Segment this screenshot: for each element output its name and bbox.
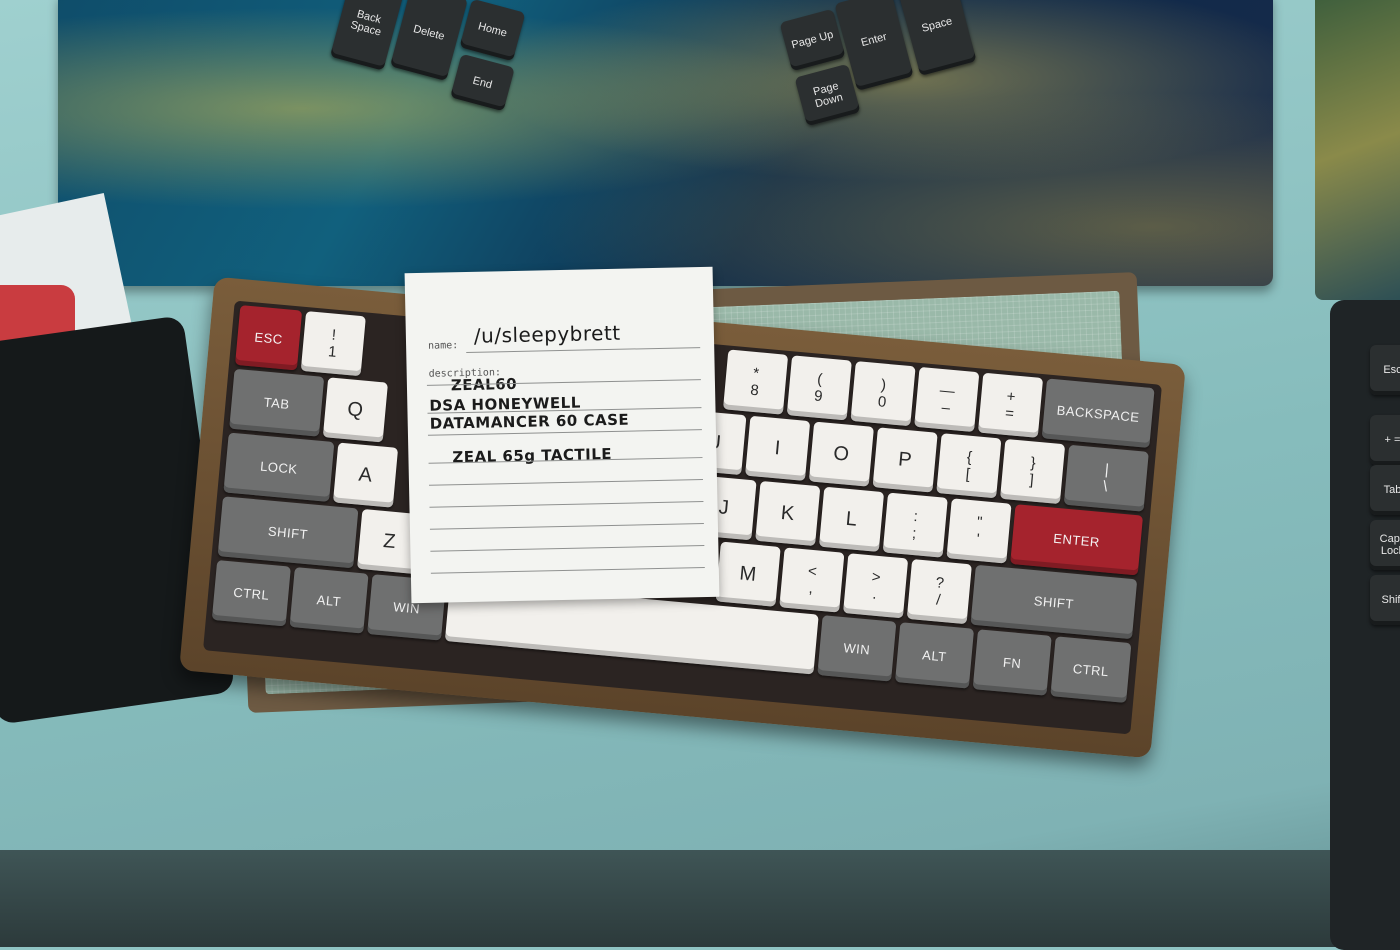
key-right-shift: SHIFT [970, 564, 1138, 640]
tab-key: Tab [1370, 465, 1400, 515]
key-left-alt: ALT [289, 567, 369, 634]
page-up-key: Page Up [779, 8, 846, 72]
key-9: ( 9 [786, 355, 852, 421]
key-m: M [715, 541, 781, 607]
key-o: O [808, 421, 874, 487]
second-desk-mat [1315, 0, 1400, 300]
key-left-shift: SHIFT [217, 496, 359, 569]
key-slash: ? / [906, 558, 972, 625]
description-line-4: ZEAL 65g TACTILE [452, 444, 613, 467]
key-period: > . [843, 553, 909, 619]
key-i: I [745, 415, 811, 481]
key-q: Q [322, 377, 389, 443]
page-down-key: Page Down [794, 63, 861, 127]
card-line [429, 523, 704, 530]
marble-desk-mat [58, 0, 1273, 286]
key-k: K [755, 480, 821, 547]
side-keyboard: Esc + = Tab Caps Lock Shift [1330, 300, 1400, 950]
card-line [429, 501, 704, 508]
end-key: End [450, 53, 515, 112]
key-minus: — – [914, 366, 980, 433]
key-0: ) 0 [850, 361, 916, 427]
home-key: Home [459, 0, 526, 62]
name-value: /u/sleepybrett [473, 320, 621, 348]
key-right-alt: ALT [894, 622, 975, 689]
description-line-3: DATAMANCER 60 CASE [429, 410, 630, 433]
key-left-ctrl: CTRL [211, 560, 291, 627]
desk-edge [0, 850, 1400, 947]
card-line [430, 545, 705, 552]
esc-key: Esc [1370, 345, 1400, 395]
key-comma: < , [779, 547, 845, 613]
key-backslash: | \ [1063, 444, 1149, 512]
key-lock: LOCK [223, 432, 335, 502]
key-open-bracket: { [ [936, 433, 1002, 499]
name-label: name: [427, 340, 459, 352]
key-8: * 8 [722, 349, 789, 415]
key-semicolon: : ; [882, 492, 948, 558]
key-fn: FN [972, 629, 1052, 696]
card-line [429, 479, 703, 486]
key-esc: ESC [234, 305, 303, 371]
card-line [466, 347, 701, 353]
key-a: A [332, 442, 399, 508]
plus-key: + = [1370, 415, 1400, 465]
key-equals: + = [977, 372, 1044, 438]
description-card: name: /u/sleepybrett description: ZEAL60… [404, 266, 720, 604]
shift-key: Shift [1370, 575, 1400, 625]
key-right-win: WIN [817, 615, 897, 682]
key-p: P [872, 427, 938, 493]
key-l: L [818, 486, 885, 552]
key-quote: " ' [946, 498, 1012, 564]
key-enter: ENTER [1010, 504, 1144, 576]
key-tab: TAB [229, 368, 325, 437]
caps-lock-key: Caps Lock [1370, 520, 1400, 570]
key-backspace: BACKSPACE [1041, 378, 1155, 449]
ergo-keyboard-right-cluster: Page Up Enter Space Page Down [770, 0, 980, 140]
delete-key: Delete [389, 0, 469, 82]
key-1: ! 1 [300, 311, 366, 377]
ergo-keyboard-left-cluster: Back Space Delete Home End [329, 0, 540, 120]
key-close-bracket: } ] [1000, 438, 1066, 505]
card-line [430, 567, 705, 574]
key-right-ctrl: CTRL [1050, 636, 1132, 703]
